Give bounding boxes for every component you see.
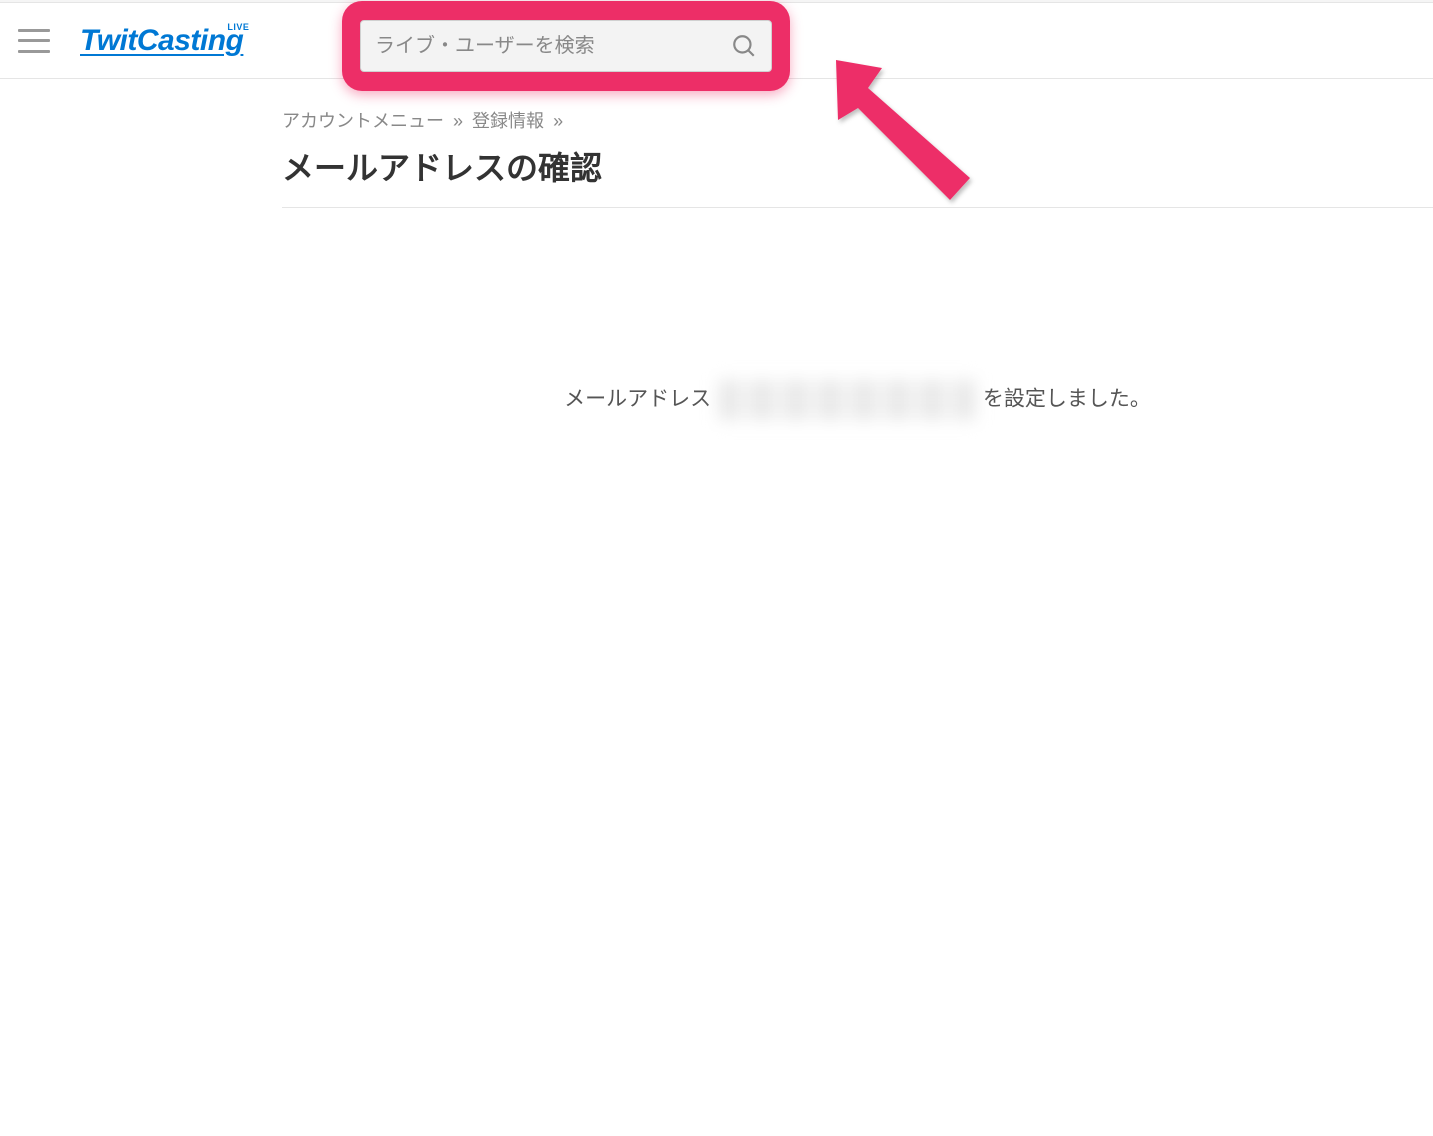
redacted-email xyxy=(719,380,975,420)
search-icon[interactable] xyxy=(731,33,757,59)
page-title: メールアドレスの確認 xyxy=(282,143,1433,189)
breadcrumb-item-registration-info[interactable]: 登録情報 xyxy=(472,111,544,131)
confirmation-message: メールアドレス を設定しました。 xyxy=(282,208,1433,420)
menu-hamburger-icon[interactable] xyxy=(18,29,50,53)
main-content: アカウントメニュー » 登録情報 » メールアドレスの確認 メールアドレス を設… xyxy=(0,79,1433,420)
search-box[interactable] xyxy=(360,20,772,72)
message-suffix: を設定しました。 xyxy=(977,388,1151,411)
message-prefix: メールアドレス xyxy=(564,388,717,411)
breadcrumb-item-account-menu[interactable]: アカウントメニュー xyxy=(282,111,444,131)
breadcrumb-separator: » xyxy=(553,111,563,131)
breadcrumb-separator: » xyxy=(453,111,463,131)
logo-live-badge: LIVE xyxy=(227,22,249,32)
logo-text: TwitCasting xyxy=(80,24,243,57)
logo[interactable]: TwitCasting LIVE xyxy=(80,24,243,58)
header: TwitCasting LIVE xyxy=(0,3,1433,79)
search-highlight-annotation xyxy=(342,1,790,91)
search-input[interactable] xyxy=(375,35,731,58)
breadcrumb: アカウントメニュー » 登録情報 » xyxy=(282,107,1433,133)
